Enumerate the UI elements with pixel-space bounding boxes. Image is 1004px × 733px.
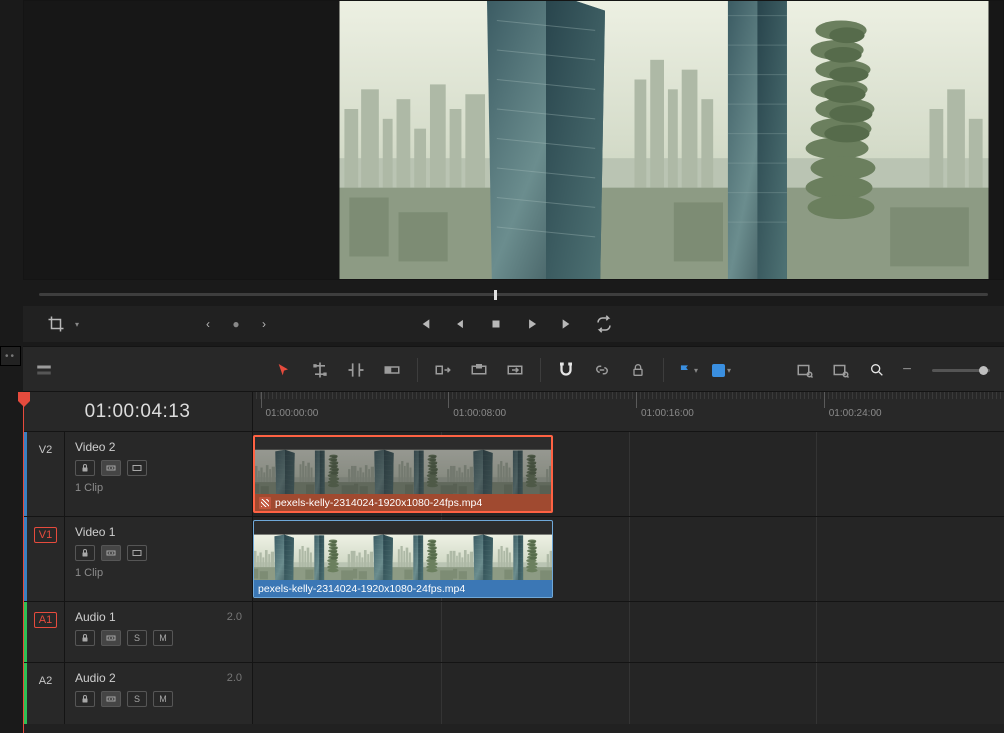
- solo-button[interactable]: S: [127, 630, 147, 646]
- track-v2: V2 Video 2 1 Clip: [23, 432, 1004, 517]
- viewer-panel: [23, 0, 1004, 280]
- position-lock-icon[interactable]: [627, 359, 649, 381]
- track-lock-icon[interactable]: [75, 460, 95, 476]
- nav-next-icon[interactable]: ›: [253, 313, 275, 335]
- playhead-handle-icon[interactable]: [18, 392, 30, 408]
- goto-last-icon[interactable]: [557, 313, 579, 335]
- handle-dots-icon: ••: [5, 351, 16, 362]
- viewer-frame: [334, 1, 994, 279]
- auto-select-icon[interactable]: [101, 545, 121, 561]
- track-name: Video 1: [75, 525, 115, 539]
- jog-thumb[interactable]: [494, 290, 497, 300]
- replace-clip-icon[interactable]: [504, 359, 526, 381]
- flag-dropdown[interactable]: ▾: [678, 363, 698, 377]
- clip-label: pexels-kelly-2314024-1920x1080-24fps.mp4: [258, 583, 465, 595]
- transport-bar: ▾ ‹ ● ›: [23, 306, 1004, 342]
- track-lock-icon[interactable]: [75, 630, 95, 646]
- mute-button[interactable]: M: [153, 691, 173, 707]
- track-lock-icon[interactable]: [75, 545, 95, 561]
- auto-select-icon[interactable]: [101, 691, 121, 707]
- timecode-display[interactable]: 01:00:04:13: [23, 392, 253, 432]
- track-name: Audio 1: [75, 610, 116, 624]
- play-icon[interactable]: [521, 313, 543, 335]
- flag-caret-icon: ▾: [694, 366, 698, 375]
- stop-icon[interactable]: [485, 313, 507, 335]
- solo-button[interactable]: S: [127, 691, 147, 707]
- linked-selection-icon[interactable]: [591, 359, 613, 381]
- viewer-canvas[interactable]: [24, 1, 1003, 279]
- ruler-mark: 01:00:00:00: [261, 392, 319, 408]
- track-channels: 2.0: [227, 611, 242, 623]
- panel-resize-handle[interactable]: ••: [0, 346, 21, 366]
- lane-a1[interactable]: [253, 602, 1004, 662]
- track-lock-icon[interactable]: [75, 691, 95, 707]
- jog-bar[interactable]: [23, 289, 1004, 301]
- tracks-area: V2 Video 2 1 Clip: [23, 432, 1004, 733]
- track-a1: A1 Audio 1 2.0 S M: [23, 602, 1004, 663]
- overwrite-clip-icon[interactable]: [468, 359, 490, 381]
- blade-tool-icon[interactable]: [381, 359, 403, 381]
- custom-zoom-icon[interactable]: [866, 359, 888, 381]
- snapping-icon[interactable]: [555, 359, 577, 381]
- track-name: Video 2: [75, 440, 115, 454]
- track-v1: V1 Video 1 1 Clip: [23, 517, 1004, 602]
- nav-prev-icon[interactable]: ‹: [197, 313, 219, 335]
- playhead[interactable]: [23, 392, 24, 733]
- lane-v2[interactable]: pexels-kelly-2314024-1920x1080-24fps.mp4: [253, 432, 1004, 516]
- nav-dot-icon[interactable]: ●: [225, 313, 247, 335]
- ruler-mark: 01:00:24:00: [824, 392, 882, 408]
- zoom-slider[interactable]: [932, 369, 990, 372]
- lane-v1[interactable]: pexels-kelly-2314024-1920x1080-24fps.mp4: [253, 517, 1004, 601]
- clip-count: 1 Clip: [75, 482, 242, 494]
- timeline-panel: 01:00:04:13 01:00:00:00 01:00:08:00 01:0…: [23, 392, 1004, 733]
- track-id-v1[interactable]: V1: [34, 527, 57, 543]
- track-channels: 2.0: [227, 672, 242, 684]
- clip-label: pexels-kelly-2314024-1920x1080-24fps.mp4: [275, 497, 482, 509]
- timeline-ruler[interactable]: 01:00:00:00 01:00:08:00 01:00:16:00 01:0…: [253, 392, 1004, 432]
- ruler-mark: 01:00:08:00: [448, 392, 506, 408]
- auto-select-icon[interactable]: [101, 460, 121, 476]
- track-id-a2[interactable]: A2: [34, 673, 57, 689]
- goto-first-icon[interactable]: [413, 313, 435, 335]
- flag-icon: [678, 363, 692, 377]
- fx-badge-icon: [259, 497, 271, 509]
- track-a2: A2 Audio 2 2.0 S M: [23, 663, 1004, 724]
- timeline-view-options-icon[interactable]: [33, 359, 55, 381]
- marker-caret-icon: ▾: [727, 366, 731, 375]
- loop-icon[interactable]: [593, 313, 615, 335]
- dynamic-trim-icon[interactable]: [345, 359, 367, 381]
- trim-tool-icon[interactable]: [309, 359, 331, 381]
- lane-a2[interactable]: [253, 663, 1004, 724]
- insert-clip-icon[interactable]: [432, 359, 454, 381]
- detail-zoom-icon[interactable]: [830, 359, 852, 381]
- crop-menu-icon[interactable]: [45, 313, 67, 335]
- track-frame-icon[interactable]: [127, 460, 147, 476]
- mute-button[interactable]: M: [153, 630, 173, 646]
- app-root: ▾ ‹ ● › ••: [0, 0, 1004, 733]
- timecode-value: 01:00:04:13: [85, 401, 191, 423]
- timeline-toolbar: ▾ ▾ −: [23, 346, 1004, 392]
- auto-select-icon[interactable]: [101, 630, 121, 646]
- clip-v2[interactable]: pexels-kelly-2314024-1920x1080-24fps.mp4: [253, 435, 553, 513]
- track-id-v2[interactable]: V2: [34, 442, 57, 458]
- clip-v1[interactable]: pexels-kelly-2314024-1920x1080-24fps.mp4: [253, 520, 553, 598]
- marker-dropdown[interactable]: ▾: [712, 364, 731, 377]
- ruler-mark: 01:00:16:00: [636, 392, 694, 408]
- zoom-to-fit-icon[interactable]: [794, 359, 816, 381]
- clip-count: 1 Clip: [75, 567, 242, 579]
- track-id-a1[interactable]: A1: [34, 612, 57, 628]
- selection-tool-icon[interactable]: [273, 359, 295, 381]
- track-frame-icon[interactable]: [127, 545, 147, 561]
- zoom-out-button[interactable]: −: [902, 361, 912, 379]
- marker-color-icon: [712, 364, 725, 377]
- track-name: Audio 2: [75, 671, 116, 685]
- crop-menu-caret-icon[interactable]: ▾: [75, 320, 79, 329]
- step-back-icon[interactable]: [449, 313, 471, 335]
